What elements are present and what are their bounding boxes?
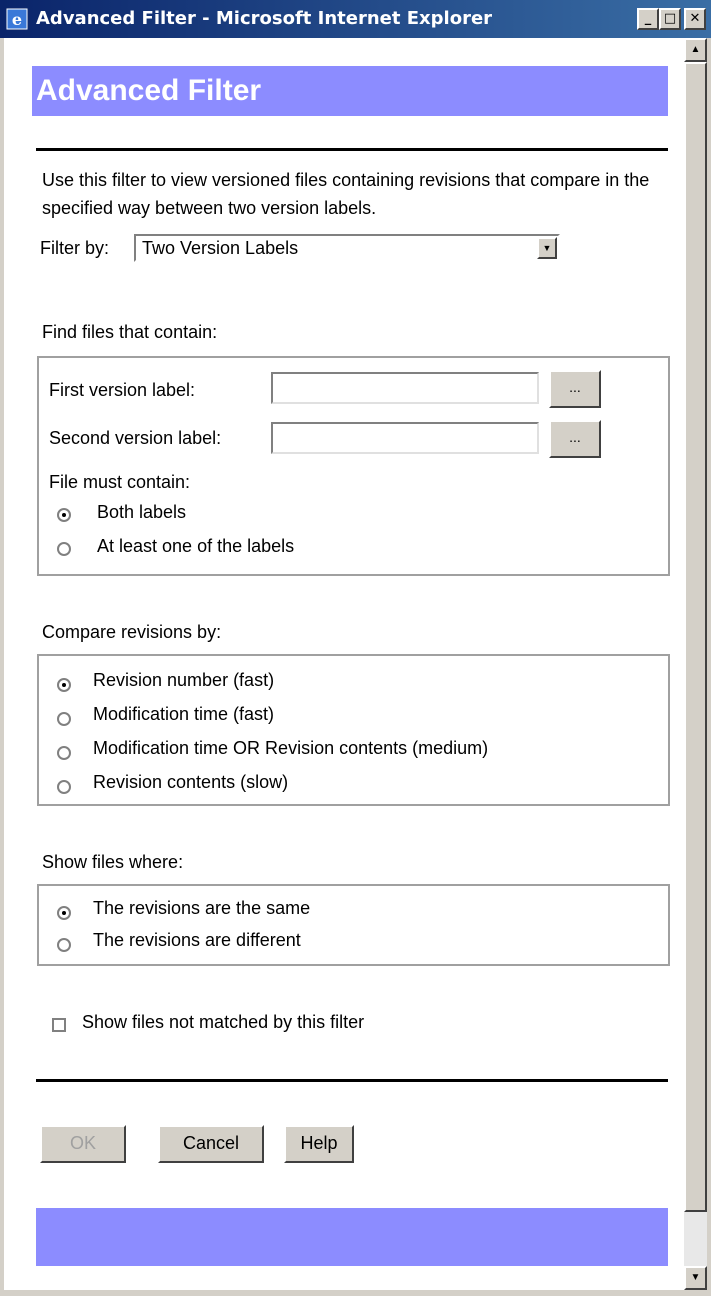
both-labels-text: Both labels (97, 502, 187, 522)
scroll-thumb[interactable] (684, 62, 707, 1212)
window-titlebar: e Advanced Filter - Microsoft Internet E… (0, 0, 711, 38)
filter-by-select[interactable]: Two Version Labels ▼ (134, 234, 560, 262)
page-title: Advanced Filter (32, 66, 668, 116)
close-icon: ✕ (689, 11, 701, 26)
show-unmatched-label: Show files not matched by this filter (82, 1012, 365, 1032)
internet-explorer-icon: e (6, 8, 28, 30)
ok-button[interactable]: OK (40, 1125, 126, 1163)
revisions-different-radio[interactable] (57, 938, 71, 952)
modification-time-radio[interactable] (57, 712, 71, 726)
revisions-different-text: The revisions are different (93, 930, 301, 950)
first-version-input[interactable] (271, 372, 539, 404)
show-files-group: The revisions are the same The revisions… (37, 884, 670, 966)
find-files-group: First version label: ... Second version … (37, 356, 670, 576)
modification-or-contents-radio[interactable] (57, 746, 71, 760)
first-browse-button[interactable]: ... (549, 370, 601, 408)
footer-banner (36, 1208, 668, 1266)
must-contain-label: File must contain: (49, 472, 191, 492)
scroll-up-icon[interactable]: ▲ (684, 38, 707, 62)
dropdown-arrow-icon[interactable]: ▼ (537, 237, 557, 259)
revision-contents-text: Revision contents (slow) (93, 772, 289, 792)
revision-number-text: Revision number (fast) (93, 670, 275, 690)
browser-window: e Advanced Filter - Microsoft Internet E… (0, 0, 711, 1296)
page-content: Advanced Filter Use this filter to view … (4, 38, 684, 1290)
filter-description: Use this filter to view versioned files … (42, 170, 650, 218)
cancel-button[interactable]: Cancel (158, 1125, 264, 1163)
compare-heading: Compare revisions by: (42, 622, 222, 642)
at-least-one-text: At least one of the labels (97, 536, 295, 556)
second-version-input[interactable] (271, 422, 539, 454)
svg-text:e: e (12, 10, 22, 29)
scroll-down-icon[interactable]: ▼ (684, 1266, 707, 1290)
revisions-same-radio[interactable] (57, 906, 71, 920)
minimize-icon: _ (644, 11, 652, 26)
vertical-scrollbar[interactable]: ▲ ▼ (684, 38, 707, 1290)
revisions-same-text: The revisions are the same (93, 898, 311, 918)
divider-top (36, 148, 668, 151)
help-button[interactable]: Help (284, 1125, 354, 1163)
maximize-icon: □ (663, 11, 677, 26)
filter-by-label: Filter by: (40, 238, 110, 258)
window-title: Advanced Filter - Microsoft Internet Exp… (36, 8, 493, 29)
show-unmatched-checkbox[interactable] (52, 1018, 66, 1032)
compare-group: Revision number (fast) Modification time… (37, 654, 670, 806)
modification-or-contents-text: Modification time OR Revision contents (… (93, 738, 489, 758)
maximize-button[interactable]: □ (659, 8, 681, 30)
minimize-button[interactable]: _ (637, 8, 659, 30)
second-browse-button[interactable]: ... (549, 420, 601, 458)
divider-bottom (36, 1079, 668, 1082)
at-least-one-radio[interactable] (57, 542, 71, 556)
first-label-text: First version label: (49, 380, 196, 400)
both-labels-radio[interactable] (57, 508, 71, 522)
filter-by-value: Two Version Labels (142, 238, 299, 258)
close-button[interactable]: ✕ (684, 8, 706, 30)
show-files-heading: Show files where: (42, 852, 184, 872)
revision-number-radio[interactable] (57, 678, 71, 692)
revision-contents-radio[interactable] (57, 780, 71, 794)
find-files-heading: Find files that contain: (42, 322, 218, 342)
second-label-text: Second version label: (49, 428, 222, 448)
modification-time-text: Modification time (fast) (93, 704, 275, 724)
